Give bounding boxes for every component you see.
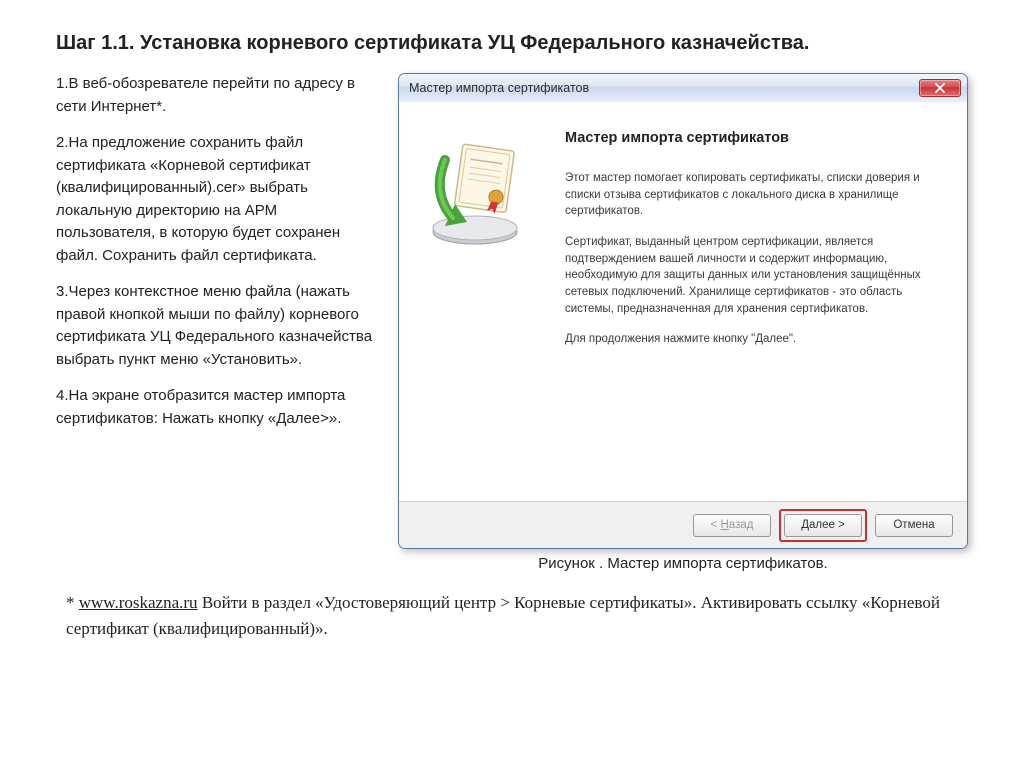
wizard-paragraph-1: Этот мастер помогает копировать сертифик… xyxy=(565,170,937,220)
titlebar: Мастер импорта сертификатов xyxy=(399,74,967,102)
wizard-paragraph-3: Для продолжения нажмите кнопку "Далее". xyxy=(565,331,937,348)
wizard-heading: Мастер импорта сертификатов xyxy=(565,130,937,146)
footnote-prefix: * xyxy=(66,593,79,612)
wizard-paragraph-2: Сертификат, выданный центром сертификаци… xyxy=(565,234,937,317)
cancel-button[interactable]: Отмена xyxy=(875,514,953,537)
step-3: 3.Через контекстное меню файла (нажать п… xyxy=(56,281,376,371)
close-icon xyxy=(935,83,945,93)
step-2: 2.На предложение сохранить файл сертифик… xyxy=(56,132,376,267)
next-button[interactable]: Далее > xyxy=(784,514,862,537)
back-button: < Назад xyxy=(693,514,771,537)
wizard-window: Мастер импорта сертификатов xyxy=(398,73,968,549)
footnote: * www.roskazna.ru Войти в раздел «Удосто… xyxy=(56,590,968,641)
next-button-highlight: Далее > xyxy=(779,509,867,542)
close-button[interactable] xyxy=(919,79,961,97)
page-heading: Шаг 1.1. Установка корневого сертификата… xyxy=(56,30,968,57)
step-4: 4.На экране отобразится мастер импорта с… xyxy=(56,385,376,430)
window-title: Мастер импорта сертификатов xyxy=(409,81,919,95)
footnote-link[interactable]: www.roskazna.ru xyxy=(79,593,198,612)
instruction-steps: 1.В веб-обозревателе перейти по адресу в… xyxy=(56,73,376,444)
footnote-rest: Войти в раздел «Удостоверяющий центр > К… xyxy=(66,593,940,638)
figure-caption: Рисунок . Мастер импорта сертификатов. xyxy=(398,555,968,572)
wizard-button-row: < Назад Далее > Отмена xyxy=(399,502,967,548)
certificate-import-icon xyxy=(415,142,535,252)
step-1: 1.В веб-обозревателе перейти по адресу в… xyxy=(56,73,376,118)
